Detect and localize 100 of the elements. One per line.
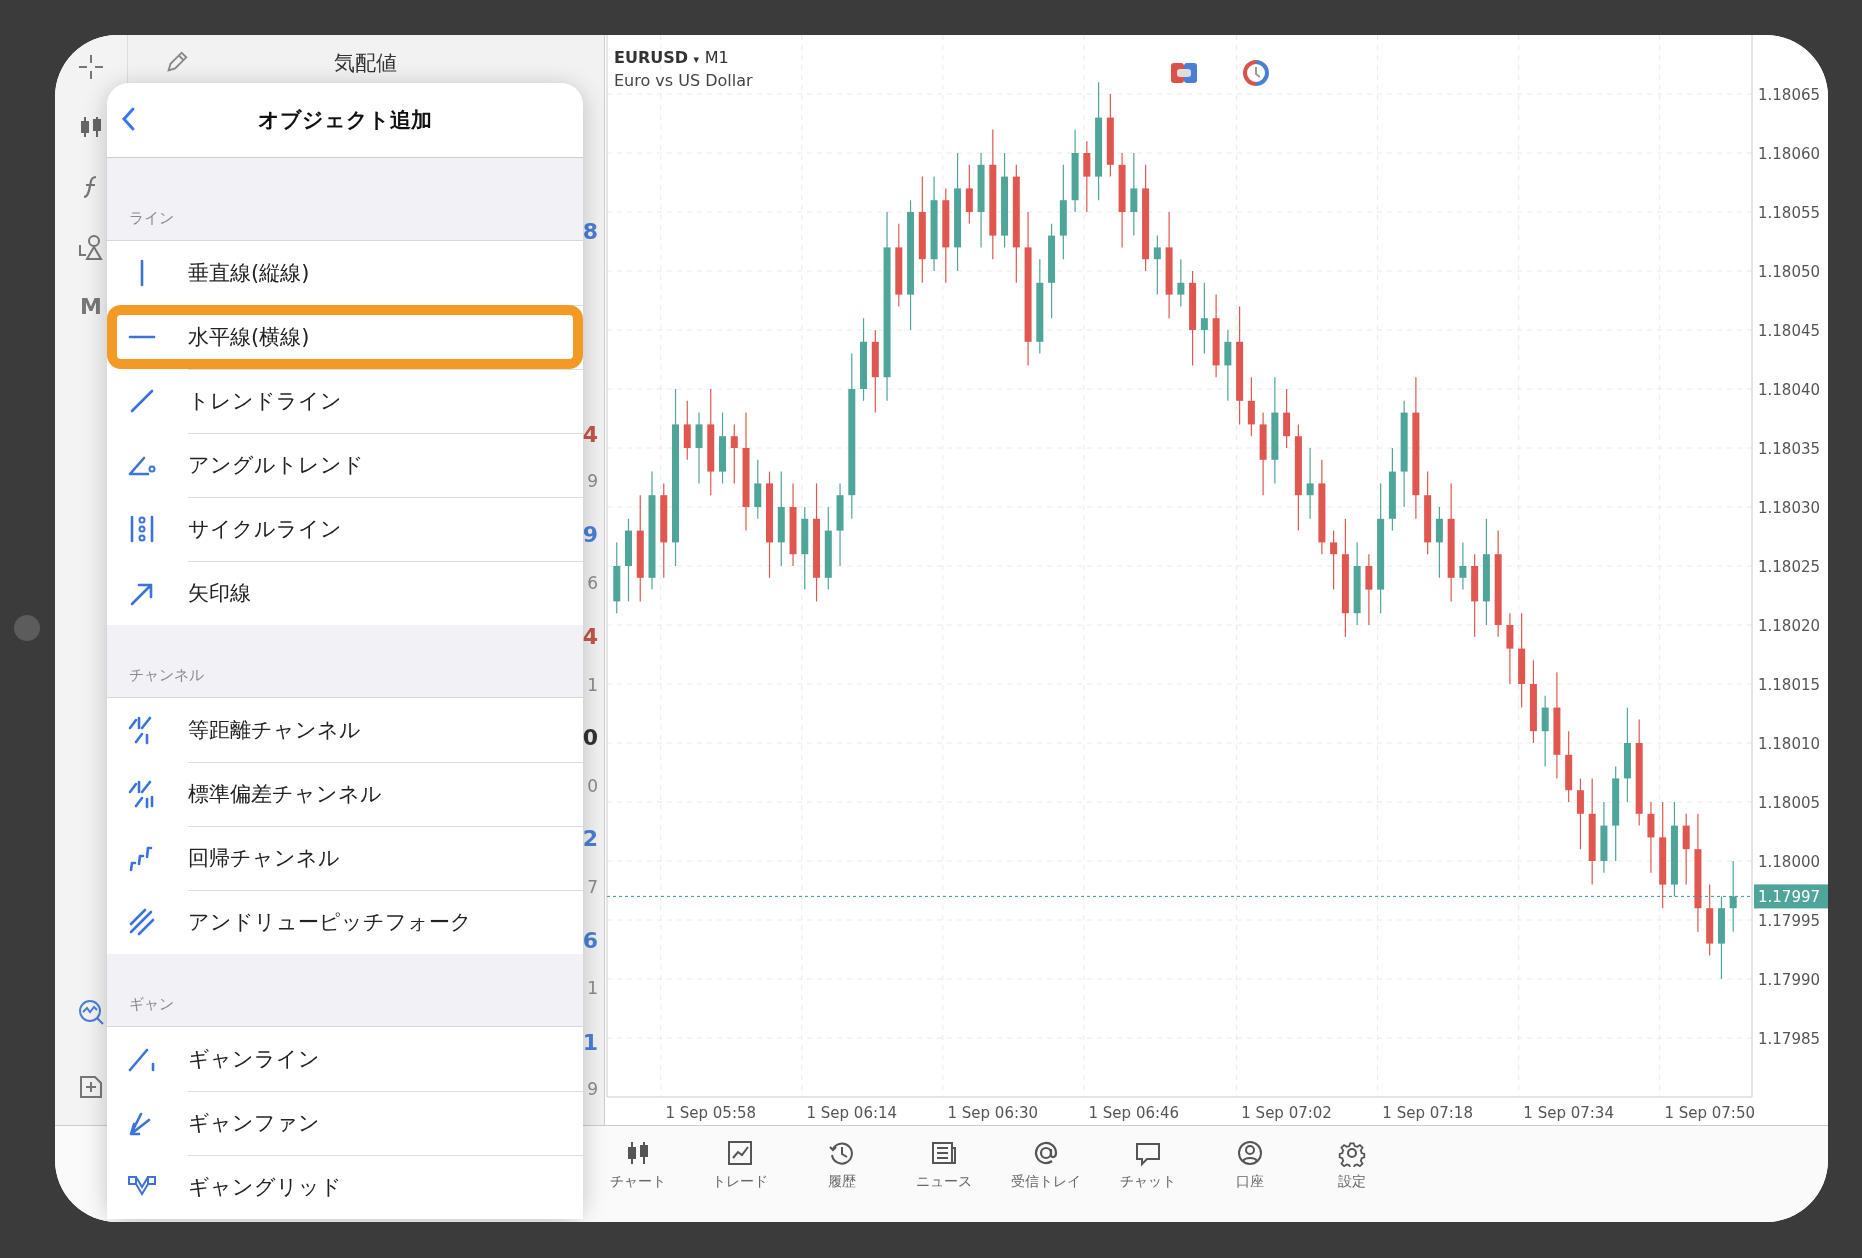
price-label: 1.18010 — [1758, 735, 1821, 753]
trend-tool-icon — [130, 389, 154, 413]
tab-item[interactable]: ニュース — [893, 1126, 995, 1222]
price-label: 1.18050 — [1758, 263, 1821, 281]
price-label: 1.17985 — [1758, 1030, 1821, 1048]
account-icon — [1236, 1139, 1264, 1167]
candle — [1706, 884, 1714, 956]
price-label: 1.18040 — [1758, 381, 1821, 399]
menu-item-label: ギャングリッド — [188, 1174, 342, 1201]
candle — [1459, 541, 1467, 591]
quote-digit: 6 — [587, 572, 598, 595]
quote-digit: 1 — [582, 1031, 598, 1055]
menu-item[interactable]: ギャンライン — [107, 1027, 583, 1091]
news-icon — [930, 1139, 958, 1167]
menu-item[interactable]: ギャングリッド — [107, 1155, 583, 1219]
quote-digit: 6 — [582, 929, 598, 953]
quote-digit: 7 — [587, 876, 598, 899]
menu-item-label: アングルトレンド — [188, 452, 364, 479]
quote-digit: 2 — [582, 827, 598, 851]
candle — [1330, 530, 1338, 591]
toolbar-label[interactable]: M — [80, 293, 102, 321]
price-label: 1.18000 — [1758, 853, 1821, 871]
section-header: ギャン — [129, 995, 174, 1014]
candle — [683, 400, 691, 461]
price-label: 1.18005 — [1758, 794, 1821, 812]
time-label: 1 Sep 07:18 — [1382, 1104, 1473, 1122]
clock-icon[interactable] — [1243, 60, 1269, 86]
panel-title: 気配値 — [334, 50, 398, 77]
menu-item-label: 矢印線 — [188, 580, 251, 607]
menu-item[interactable]: 回帰チャンネル — [107, 826, 583, 890]
menu-item[interactable]: 垂直線(縦線) — [107, 241, 583, 305]
quote-digit: 4 — [582, 625, 598, 649]
candle — [719, 412, 726, 484]
menu-item-label: ギャンファン — [188, 1110, 320, 1137]
crosshair-icon[interactable] — [76, 53, 105, 81]
price-label: 1.18055 — [1758, 204, 1821, 222]
quote-digit: 8 — [582, 220, 598, 244]
tab-item[interactable]: トレード — [689, 1126, 791, 1222]
candle — [1247, 376, 1255, 437]
time-label: 1 Sep 06:14 — [806, 1104, 898, 1122]
menu-item-label: 回帰チャンネル — [188, 845, 340, 872]
price-label: 1.17995 — [1758, 912, 1821, 930]
price-label: 1.18020 — [1758, 617, 1821, 635]
menu-item-label: アンドリューピッチフォーク — [188, 909, 472, 936]
time-label: 1 Sep 06:46 — [1088, 1104, 1180, 1122]
settings-icon — [1338, 1139, 1366, 1167]
pitchfork-tool-icon — [127, 907, 157, 937]
quote-digit: 0 — [582, 726, 598, 750]
vertical-tool-icon — [140, 259, 144, 287]
price-label: 1.18045 — [1758, 322, 1821, 340]
menu-item-label: サイクルライン — [188, 516, 342, 543]
menu-item-label: 等距離チャンネル — [188, 717, 361, 744]
current-price-badge: 1.17997 — [1754, 884, 1828, 909]
time-label: 1 Sep 05:58 — [665, 1104, 757, 1122]
price-label: 1.18030 — [1758, 499, 1821, 517]
tab-item[interactable]: 設定 — [1301, 1126, 1403, 1222]
tab-item[interactable]: 受信トレイ — [995, 1126, 1097, 1222]
shapes-icon[interactable] — [76, 233, 105, 261]
menu-item[interactable]: アンドリューピッチフォーク — [107, 890, 583, 954]
menu-item[interactable]: 等距離チャンネル — [107, 698, 583, 762]
candle — [1283, 388, 1291, 449]
tab-item[interactable]: 口座 — [1199, 1126, 1301, 1222]
menu-item[interactable]: アングルトレンド — [107, 433, 583, 497]
time-label: 1 Sep 06:30 — [947, 1104, 1039, 1122]
quote-digit: 4 — [582, 423, 598, 447]
menu-item[interactable]: ギャンファン — [107, 1091, 583, 1155]
price-label: 1.18015 — [1758, 676, 1821, 694]
menu-item-label: ギャンライン — [188, 1046, 320, 1073]
chart-search-icon[interactable] — [76, 998, 105, 1026]
quote-digit: 9 — [587, 1078, 598, 1101]
quote-digit: 1 — [587, 674, 598, 697]
menu-item-label: トレンドライン — [188, 388, 342, 415]
price-label: 1.18060 — [1758, 145, 1821, 163]
section-header: ライン — [129, 209, 174, 228]
menu-item[interactable]: サイクルライン — [107, 497, 583, 561]
time-label: 1 Sep 07:50 — [1664, 1104, 1755, 1122]
menu-item[interactable]: 水平線(横線) — [107, 305, 583, 369]
panel-title: オブジェクト追加 — [258, 107, 432, 134]
menu-item[interactable]: 標準偏差チャンネル — [107, 762, 583, 826]
section-header: チャンネル — [129, 666, 204, 685]
tab-item[interactable]: チャット — [1097, 1126, 1199, 1222]
one-click-trading-icon[interactable] — [1171, 63, 1197, 83]
symbol-label[interactable]: EURUSD ▾ M1 — [614, 48, 729, 67]
quote-digit: 9 — [587, 470, 598, 493]
menu-item[interactable]: トレンドライン — [107, 369, 583, 433]
horizontal-tool-icon — [128, 335, 156, 339]
symbol-description: Euro vs US Dollar — [614, 71, 753, 90]
price-label: 1.18025 — [1758, 558, 1821, 576]
price-label: 1.18065 — [1758, 86, 1821, 104]
quote-digit: 1 — [587, 977, 598, 1000]
tab-item[interactable]: 履歴 — [791, 1126, 893, 1222]
candle — [965, 164, 973, 225]
menu-item-label: 水平線(横線) — [188, 324, 310, 351]
tab-item[interactable]: チャート — [587, 1126, 689, 1222]
candle — [1153, 235, 1161, 296]
menu-item[interactable]: 矢印線 — [107, 561, 583, 625]
time-label: 1 Sep 07:34 — [1523, 1104, 1614, 1122]
quote-digit: 0 — [587, 775, 598, 798]
menu-item-label: 垂直線(縦線) — [188, 260, 310, 287]
mail-icon — [1032, 1139, 1060, 1167]
